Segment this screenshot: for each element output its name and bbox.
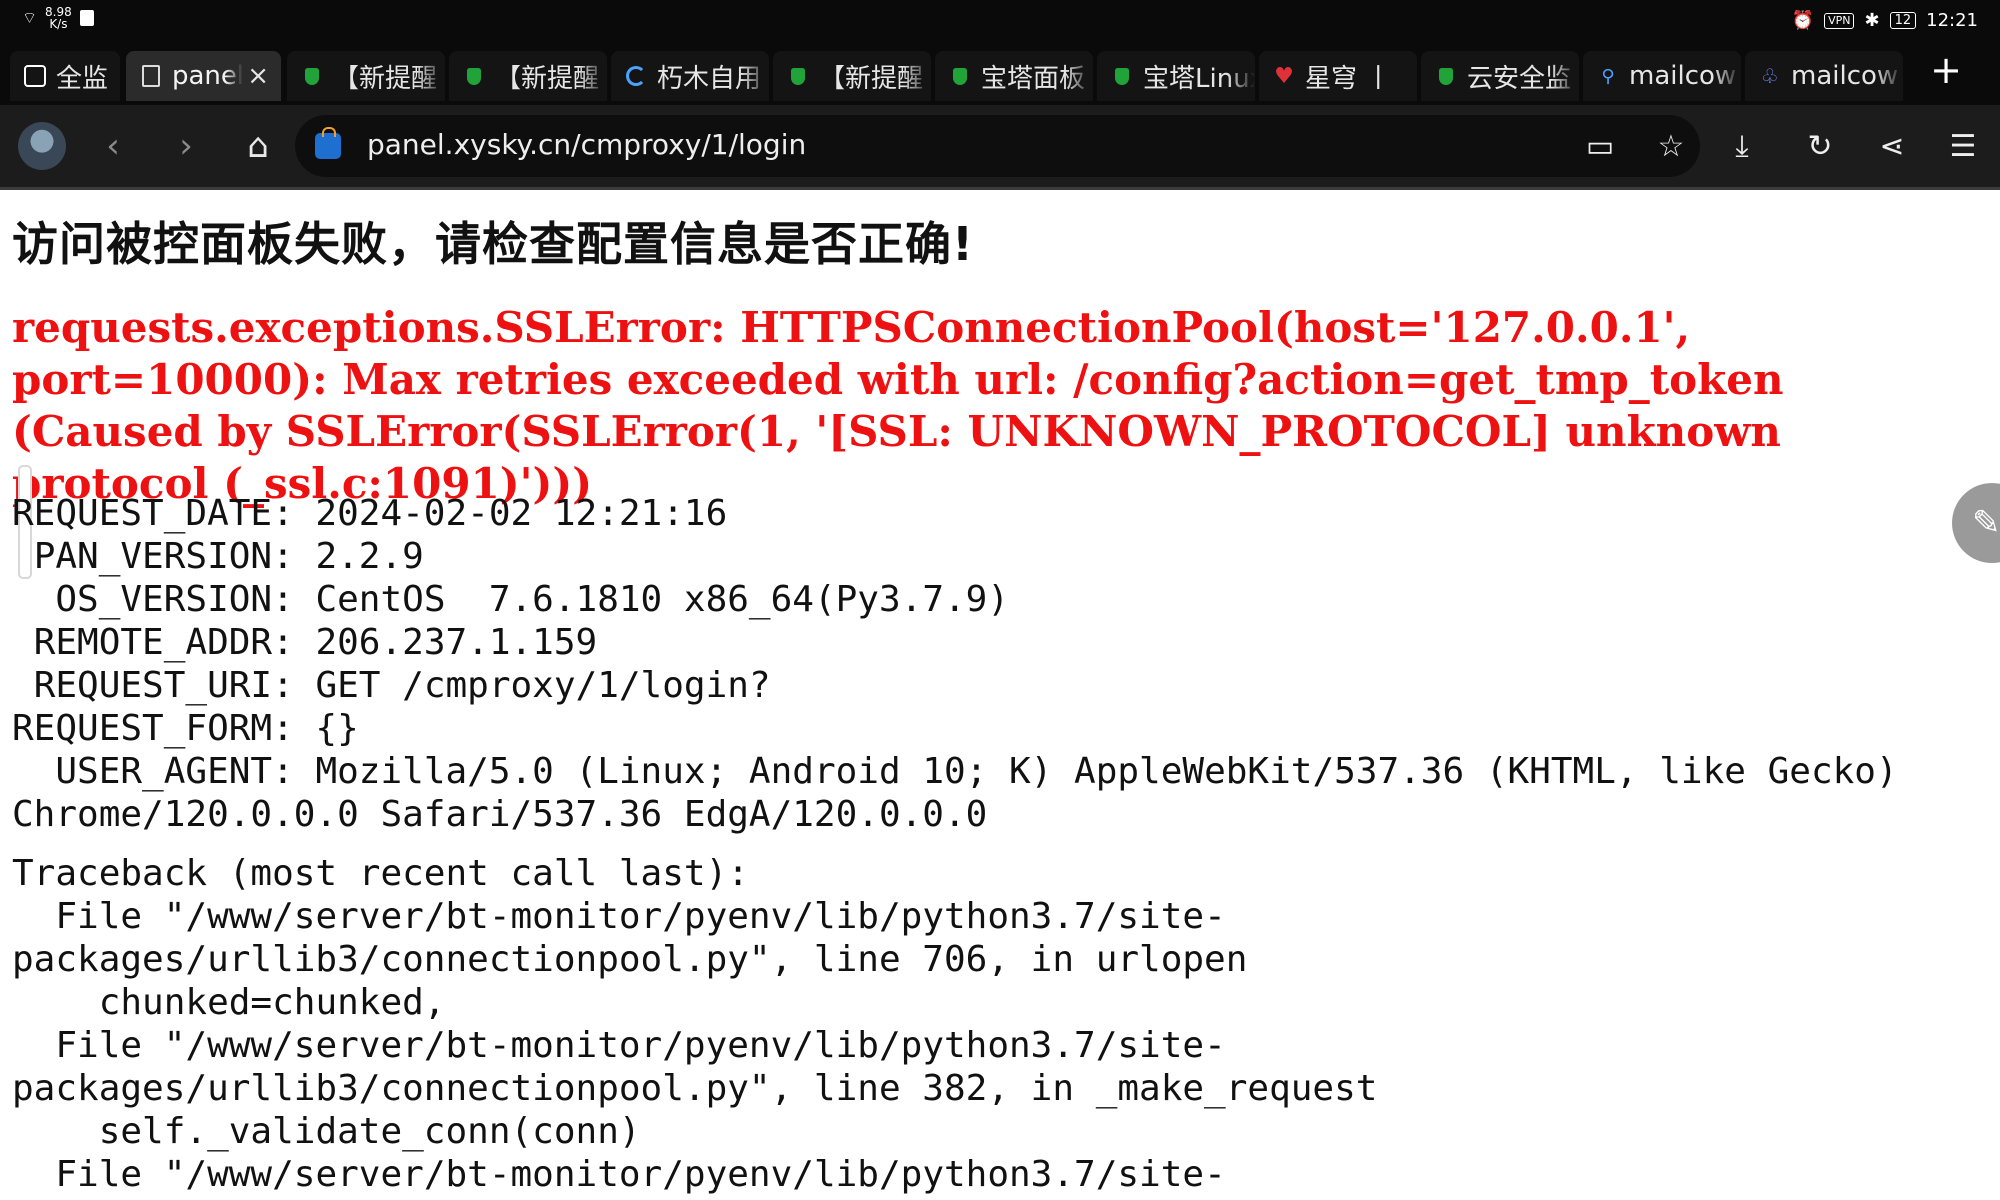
share-icon[interactable]: ⋖ xyxy=(1869,123,1915,169)
tab-item[interactable]: 朽木自用 xyxy=(611,51,769,101)
tab-title: 朽木自用 xyxy=(657,63,762,94)
status-left: ⌔ 8.98 K/s xyxy=(22,6,94,30)
download-icon[interactable]: ⤓ xyxy=(1719,123,1765,169)
url-text[interactable]: panel.xysky.cn/cmproxy/1/login xyxy=(367,128,806,161)
remote-addr: REMOTE_ADDR: 206.237.1.159 xyxy=(12,622,598,663)
clock: 12:21 xyxy=(1926,10,1978,31)
tab-item[interactable]: 【新提醒 xyxy=(287,51,445,101)
shield-icon xyxy=(301,65,323,87)
tab-item[interactable]: ♧ mailcow xyxy=(1745,51,1903,101)
tab-item[interactable]: 【新提醒 xyxy=(449,51,607,101)
vpn-icon: VPN xyxy=(1824,12,1855,29)
traceback-line: chunked=chunked, xyxy=(12,982,446,1023)
request-date: REQUEST_DATE: 2024-02-02 12:21:16 xyxy=(12,493,728,534)
user-agent: USER_AGENT: Mozilla/5.0 (Linux; Android … xyxy=(12,751,1920,835)
error-message: requests.exceptions.SSLError: HTTPSConne… xyxy=(12,303,1784,508)
search-icon: ⚲ xyxy=(1601,65,1615,87)
tab-title: panel xyxy=(172,61,244,91)
traceback-line: File "/www/server/bt-monitor/pyenv/lib/p… xyxy=(12,896,1248,980)
tab-item[interactable]: ♥ 星穹 丨 xyxy=(1259,51,1417,101)
back-icon[interactable]: ‹ xyxy=(90,123,136,169)
tab-panel[interactable]: panel × xyxy=(126,51,281,101)
tab-strip: 全监 panel × 【新提醒 【新提醒 朽木自用 【新提醒 宝塔面板 宝塔Li… xyxy=(0,45,2000,105)
shield-icon xyxy=(787,65,809,87)
tab-title: 宝塔Linux xyxy=(1143,63,1255,94)
battery-indicator: 12 xyxy=(1889,12,1917,29)
status-right: ⏰ VPN ✱ 12 12:21 xyxy=(1792,10,1978,31)
traceback-header: Traceback (most recent call last): xyxy=(12,853,749,894)
heart-icon: ♥ xyxy=(1274,63,1294,89)
pan-version: PAN_VERSION: 2.2.9 xyxy=(12,536,424,577)
tab-item[interactable]: 宝塔面板 xyxy=(935,51,1093,101)
network-speed-unit: K/s xyxy=(49,17,68,31)
page-title: 访问被控面板失败，请检查配置信息是否正确! xyxy=(12,217,974,271)
profile-avatar[interactable] xyxy=(18,122,66,170)
traceback-line: File "/www/server/bt-monitor/pyenv/lib/p… xyxy=(12,1154,1226,1195)
request-form: REQUEST_FORM: {} xyxy=(12,708,359,749)
read-aloud-icon[interactable]: ▭ xyxy=(1577,123,1623,169)
page-content: 访问被控面板失败，请检查配置信息是否正确! requests.exception… xyxy=(0,190,2000,1200)
tab-title: mailcow xyxy=(1629,61,1737,91)
new-tab-button[interactable]: + xyxy=(1930,45,1962,95)
traceback-line: self._validate_conn(conn) xyxy=(12,1111,641,1152)
request-info: REQUEST_DATE: 2024-02-02 12:21:16 PAN_VE… xyxy=(12,492,1987,836)
network-speed: 8.98 K/s xyxy=(45,6,72,30)
loading-icon xyxy=(625,65,647,87)
tab-overview-icon xyxy=(24,65,46,87)
tab-overview[interactable]: 全监 xyxy=(10,51,120,101)
request-uri: REQUEST_URI: GET /cmproxy/1/login? xyxy=(12,665,771,706)
tab-item[interactable]: 宝塔Linux xyxy=(1097,51,1255,101)
favorite-star-icon[interactable]: ☆ xyxy=(1648,123,1694,169)
site-info-icon[interactable] xyxy=(315,127,341,159)
traceback-line: File "/www/server/bt-monitor/pyenv/lib/p… xyxy=(12,1025,1378,1109)
notification-icon xyxy=(79,10,94,26)
tab-item[interactable]: ⚲ mailcow xyxy=(1583,51,1741,101)
tab-title: mailcow xyxy=(1791,61,1899,91)
tab-item[interactable]: 云安全监 xyxy=(1421,51,1579,101)
tab-title: 全监 xyxy=(56,63,109,94)
bluetooth-icon: ✱ xyxy=(1864,10,1880,31)
tab-title: 【新提醒 xyxy=(495,63,600,94)
tab-title: 宝塔面板 xyxy=(981,63,1086,94)
tab-title: 【新提醒 xyxy=(819,63,924,94)
browser-toolbar: ‹ › ⌂ panel.xysky.cn/cmproxy/1/login ▭ ☆… xyxy=(0,105,2000,190)
tab-close-icon[interactable]: × xyxy=(247,61,269,91)
shield-icon xyxy=(463,65,485,87)
tab-title: 【新提醒 xyxy=(333,63,438,94)
page-icon xyxy=(140,65,162,87)
system-status-bar: ⌔ 8.98 K/s ⏰ VPN ✱ 12 12:21 xyxy=(0,0,2000,45)
tab-title: 星穹 丨 xyxy=(1305,63,1392,94)
tab-title: 云安全监 xyxy=(1467,63,1572,94)
wifi-icon: ⌔ xyxy=(22,8,38,27)
forward-icon[interactable]: › xyxy=(163,123,209,169)
mailcow-icon: ♧ xyxy=(1761,64,1779,88)
address-bar[interactable]: panel.xysky.cn/cmproxy/1/login xyxy=(295,115,1700,177)
home-icon[interactable]: ⌂ xyxy=(235,123,281,169)
os-version: OS_VERSION: CentOS 7.6.1810 x86_64(Py3.7… xyxy=(12,579,1010,620)
shield-icon xyxy=(949,65,971,87)
alarm-icon: ⏰ xyxy=(1791,10,1815,31)
menu-icon[interactable]: ☰ xyxy=(1940,123,1986,169)
traceback: Traceback (most recent call last): File … xyxy=(12,852,1987,1196)
shield-icon xyxy=(1111,65,1133,87)
refresh-icon[interactable]: ↻ xyxy=(1797,123,1843,169)
shield-icon xyxy=(1435,65,1457,87)
tab-item[interactable]: 【新提醒 xyxy=(773,51,931,101)
